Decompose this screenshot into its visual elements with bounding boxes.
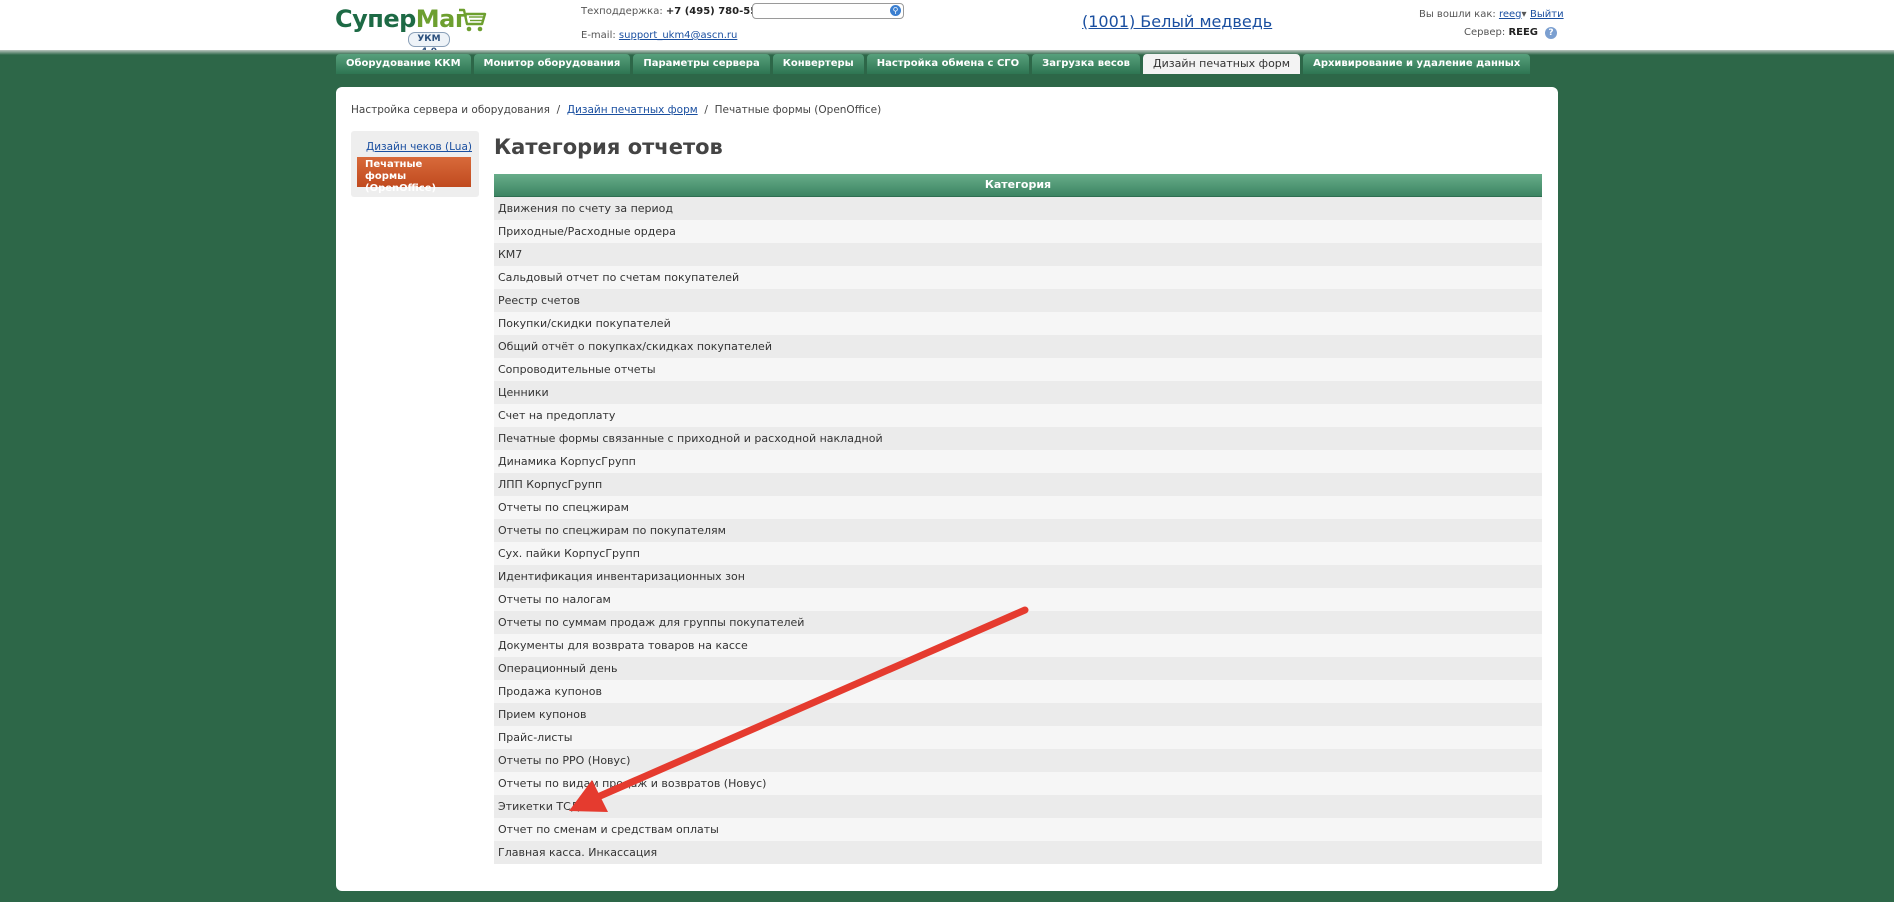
table-row[interactable]: Приходные/Расходные ордера bbox=[494, 220, 1542, 243]
breadcrumb-link[interactable]: Дизайн печатных форм bbox=[567, 104, 698, 116]
store-link[interactable]: (1001) Белый медведь bbox=[1082, 12, 1272, 31]
logo-text: СуперМаг bbox=[335, 5, 467, 33]
table-row[interactable]: Отчеты по суммам продаж для группы покуп… bbox=[494, 611, 1542, 634]
support-phone: Техподдержка: +7 (495) 780-55-85 bbox=[581, 6, 776, 17]
tab-equipment-monitor[interactable]: Монитор оборудования bbox=[473, 54, 631, 74]
table-row[interactable]: Этикетки ТСД bbox=[494, 795, 1542, 818]
support-email: E-mail: support_ukm4@ascn.ru bbox=[581, 30, 738, 41]
table-row[interactable]: Главная касса. Инкассация bbox=[494, 841, 1542, 864]
tab-converters[interactable]: Конвертеры bbox=[772, 54, 864, 74]
table-row[interactable]: Документы для возврата товаров на кассе bbox=[494, 634, 1542, 657]
table-row[interactable]: КМ7 bbox=[494, 243, 1542, 266]
top-header: СуперМаг УКМ 4.0 Техподдержка: +7 (495) … bbox=[0, 0, 1894, 57]
main-tabs: Оборудование ККМ Монитор оборудования Па… bbox=[336, 54, 1531, 74]
breadcrumb-current: Печатные формы (OpenOffice) bbox=[714, 104, 882, 116]
login-info: Вы вошли как: reeg▾ bbox=[1419, 9, 1527, 20]
table-row[interactable]: Сух. пайки КорпусГрупп bbox=[494, 542, 1542, 565]
table-row[interactable]: Динамика КорпусГрупп bbox=[494, 450, 1542, 473]
tab-sgo-exchange[interactable]: Настройка обмена с СГО bbox=[866, 54, 1030, 74]
tab-scales-load[interactable]: Загрузка весов bbox=[1032, 54, 1140, 74]
server-info: Сервер: REEG bbox=[1464, 27, 1539, 38]
column-header[interactable]: Категория bbox=[494, 174, 1542, 197]
table-row[interactable]: Операционный день bbox=[494, 657, 1542, 680]
user-menu[interactable]: reeg bbox=[1499, 9, 1522, 20]
table-row[interactable]: Идентификация инвентаризационных зон bbox=[494, 565, 1542, 588]
breadcrumb-root: Настройка сервера и оборудования bbox=[351, 104, 550, 116]
table-row[interactable]: Реестр счетов bbox=[494, 289, 1542, 312]
table-body: Движения по счету за период Приходные/Рас… bbox=[494, 197, 1542, 864]
table-row[interactable]: Отчеты по видам продаж и возвратов (Нову… bbox=[494, 772, 1542, 795]
table-row[interactable]: Прайс-листы bbox=[494, 726, 1542, 749]
table-row[interactable]: ЛПП КорпусГрупп bbox=[494, 473, 1542, 496]
version-badge: УКМ 4.0 bbox=[408, 32, 450, 57]
tab-print-forms-design[interactable]: Дизайн печатных форм bbox=[1143, 54, 1301, 74]
category-table: Категория Движения по счету за период При… bbox=[494, 174, 1542, 864]
table-row[interactable]: Прием купонов bbox=[494, 703, 1542, 726]
help-icon[interactable]: ? bbox=[1545, 27, 1557, 39]
table-row[interactable]: Покупки/скидки покупателей bbox=[494, 312, 1542, 335]
table-row[interactable]: Сопроводительные отчеты bbox=[494, 358, 1542, 381]
sidebar-item-lua-design[interactable]: Дизайн чеков (Lua) bbox=[366, 141, 472, 153]
table-row[interactable]: Отчеты по PPO (Новус) bbox=[494, 749, 1542, 772]
table-row[interactable]: Общий отчёт о покупках/скидках покупател… bbox=[494, 335, 1542, 358]
page-title: Категория отчетов bbox=[494, 135, 723, 159]
breadcrumb: Настройка сервера и оборудования / Дизай… bbox=[351, 104, 882, 116]
table-row[interactable]: Отчеты по спецжирам по покупателям bbox=[494, 519, 1542, 542]
content-panel: Настройка сервера и оборудования / Дизай… bbox=[336, 87, 1558, 891]
sidebar: Дизайн чеков (Lua) Печатные формы (OpenO… bbox=[351, 131, 479, 197]
table-row[interactable]: Движения по счету за период bbox=[494, 197, 1542, 220]
logout-link[interactable]: Выйти bbox=[1530, 9, 1564, 20]
search-icon[interactable]: ⚲ bbox=[890, 5, 901, 16]
table-row[interactable]: Печатные формы связанные с приходной и р… bbox=[494, 427, 1542, 450]
email-link[interactable]: support_ukm4@ascn.ru bbox=[619, 30, 737, 41]
table-row[interactable]: Продажа купонов bbox=[494, 680, 1542, 703]
chevron-down-icon[interactable]: ▾ bbox=[1521, 9, 1526, 20]
sidebar-item-openoffice[interactable]: Печатные формы (OpenOffice) bbox=[357, 157, 471, 194]
cart-icon bbox=[459, 8, 487, 32]
tab-archiving[interactable]: Архивирование и удаление данных bbox=[1303, 54, 1531, 74]
table-row[interactable]: Сальдовый отчет по счетам покупателей bbox=[494, 266, 1542, 289]
table-row[interactable]: Ценники bbox=[494, 381, 1542, 404]
app-logo[interactable]: СуперМаг УКМ 4.0 bbox=[335, 3, 490, 57]
table-row[interactable]: Отчеты по спецжирам bbox=[494, 496, 1542, 519]
tab-kkm-equipment[interactable]: Оборудование ККМ bbox=[336, 54, 471, 74]
search-input[interactable]: ⚲ bbox=[752, 3, 904, 19]
tab-server-params[interactable]: Параметры сервера bbox=[633, 54, 770, 74]
table-row[interactable]: Отчеты по налогам bbox=[494, 588, 1542, 611]
table-row[interactable]: Отчет по сменам и средствам оплаты bbox=[494, 818, 1542, 841]
table-row[interactable]: Счет на предоплату bbox=[494, 404, 1542, 427]
